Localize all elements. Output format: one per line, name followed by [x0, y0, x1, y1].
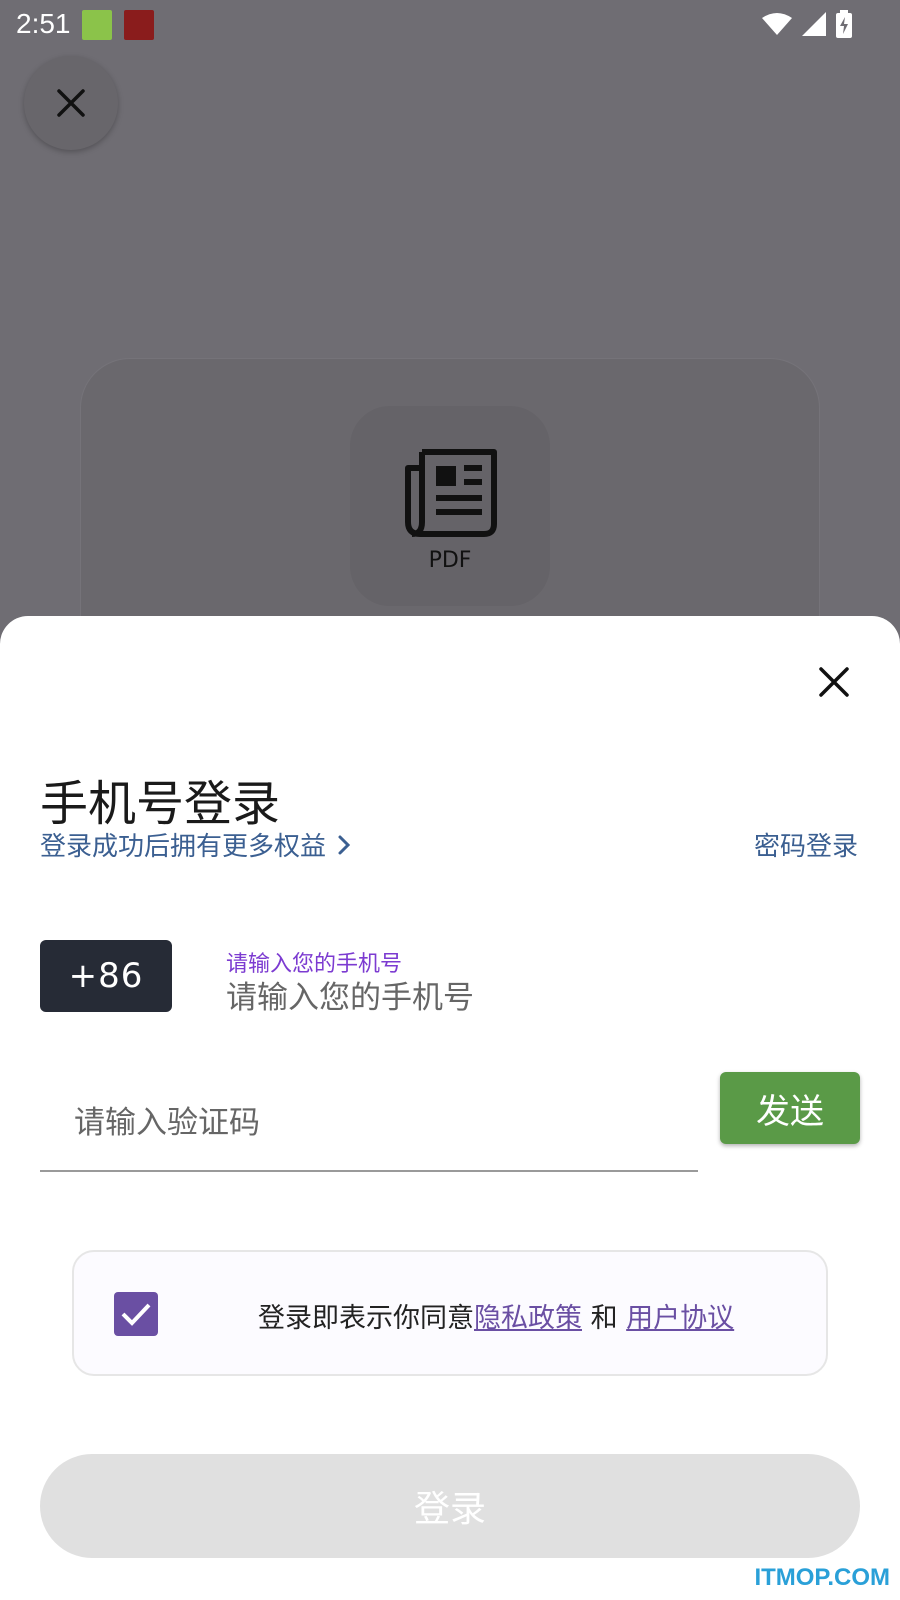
country-code-button[interactable]: +86 [40, 940, 172, 1012]
newspaper-icon [405, 448, 497, 537]
chevron-right-icon [338, 835, 351, 854]
send-code-button[interactable]: 发送 [720, 1072, 860, 1144]
phone-field-label: 请输入您的手机号 [226, 952, 403, 977]
check-icon [121, 1303, 151, 1326]
close-icon [57, 89, 85, 117]
login-bottom-sheet: 手机号登录 登录成功后拥有更多权益 密码登录 +86 请输入您的手机号 发送 登… [0, 616, 900, 1600]
signal-icon [802, 12, 826, 36]
watermark: ITMOP.COM [754, 1564, 890, 1591]
verification-code-input[interactable] [40, 1076, 698, 1172]
password-login-link[interactable]: 密码登录 [754, 826, 858, 863]
wifi-icon [762, 13, 792, 35]
status-icons [762, 10, 852, 38]
phone-input[interactable] [226, 976, 846, 1020]
agreement-box: 登录即表示你同意隐私政策 和 用户协议 [72, 1250, 828, 1376]
pdf-tool-tile[interactable]: PDF [350, 406, 550, 606]
agreement-text: 登录即表示你同意隐私政策 和 用户协议 [258, 1296, 734, 1335]
status-bar: 2:51 [0, 0, 900, 50]
benefits-link[interactable]: 登录成功后拥有更多权益 [40, 826, 352, 863]
agreement-and: 和 [582, 1303, 627, 1334]
app-notification-icon [82, 10, 112, 40]
user-agreement-link[interactable]: 用户协议 [626, 1303, 734, 1334]
sheet-close-button[interactable] [814, 662, 854, 702]
close-icon [819, 667, 849, 697]
benefits-link-label: 登录成功后拥有更多权益 [40, 832, 327, 862]
battery-icon [836, 10, 852, 38]
login-button[interactable]: 登录 [40, 1454, 860, 1558]
privacy-policy-link[interactable]: 隐私政策 [474, 1303, 582, 1334]
status-time: 2:51 [16, 8, 71, 39]
agreement-prefix: 登录即表示你同意 [258, 1303, 474, 1334]
background-close-button[interactable] [24, 56, 118, 150]
pdf-label: PDF [428, 547, 472, 573]
agreement-checkbox[interactable] [114, 1292, 158, 1336]
app-notification-icon-2 [124, 10, 154, 40]
page-title: 手机号登录 [40, 776, 281, 832]
